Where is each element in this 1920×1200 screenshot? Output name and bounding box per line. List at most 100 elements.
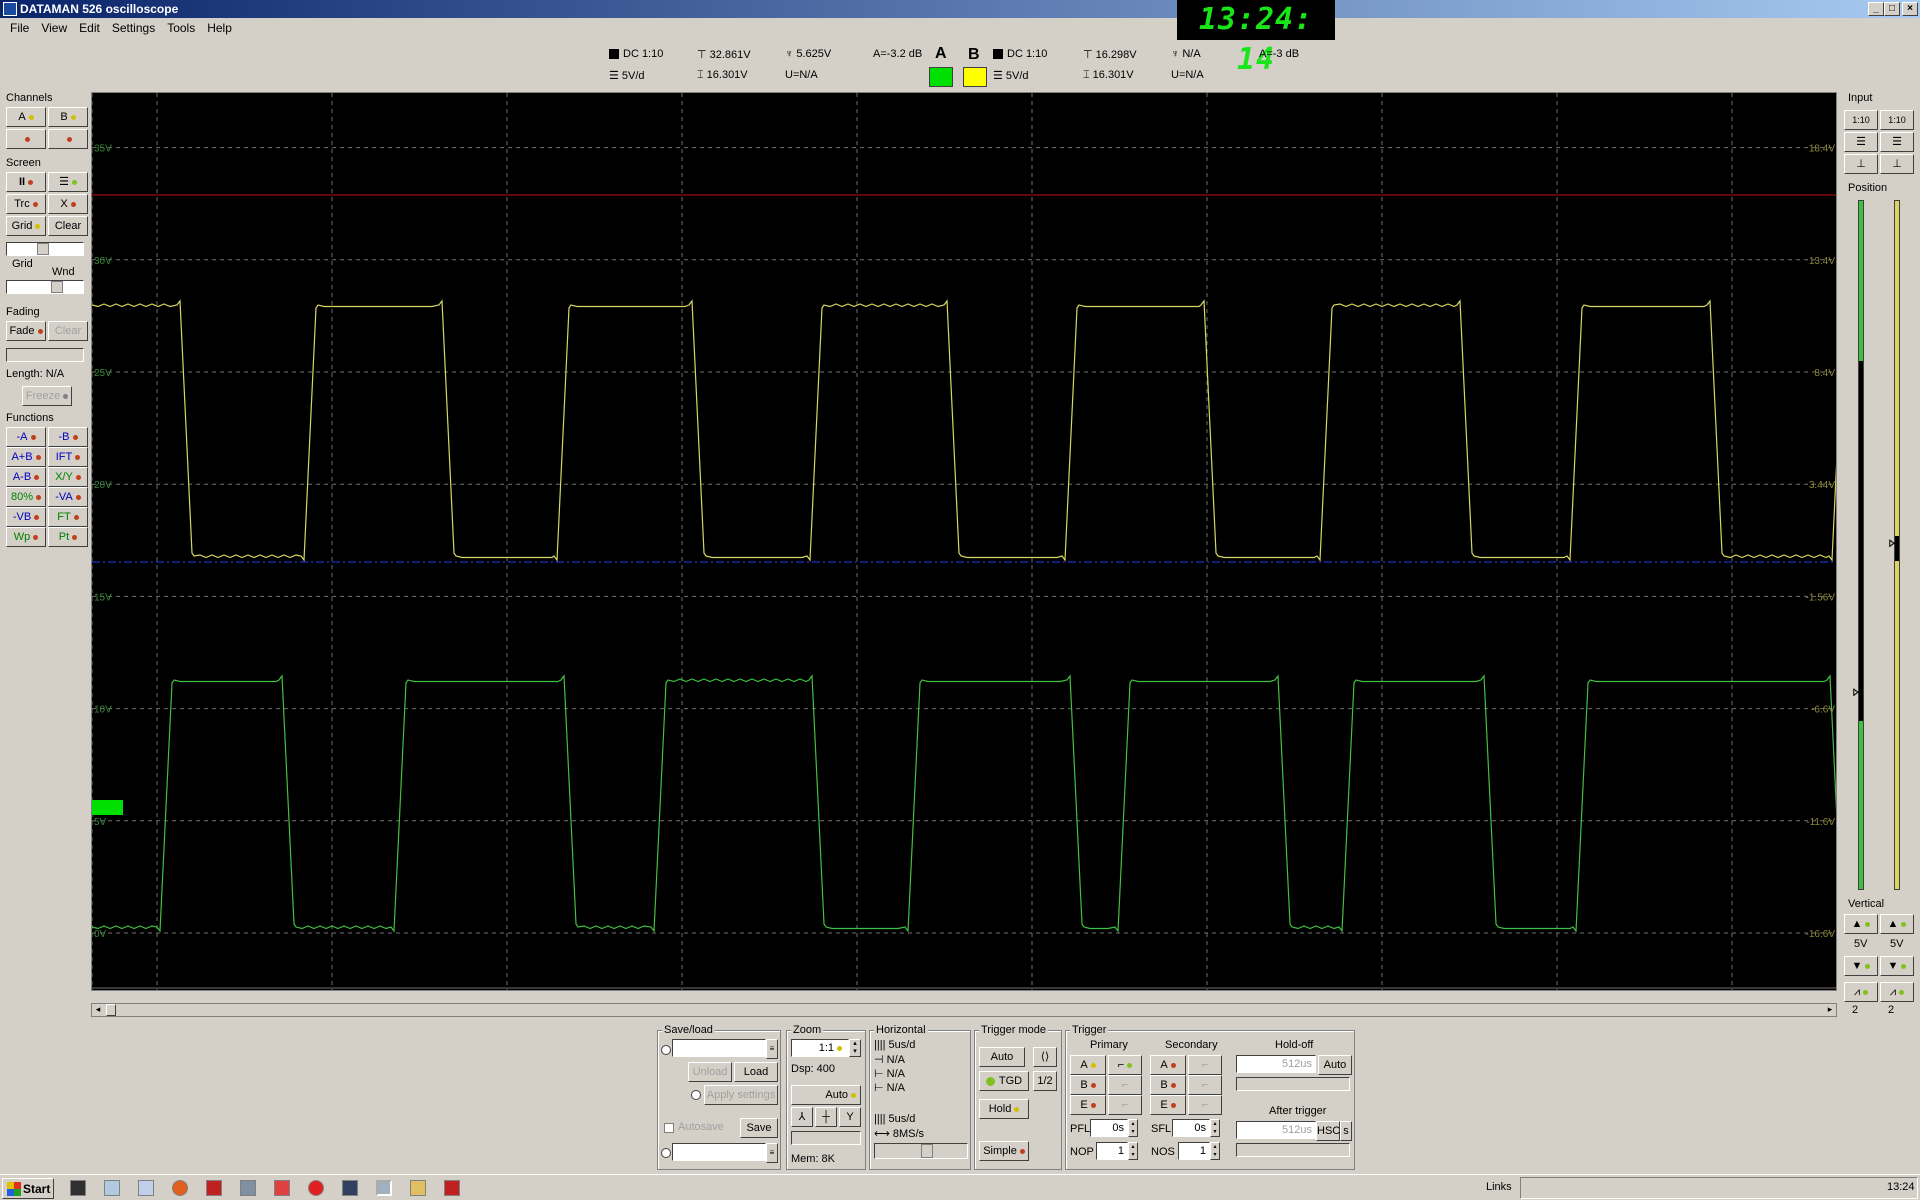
primary-b-edge[interactable]: ⌐ [1108,1075,1142,1095]
vertical-a-up[interactable]: ▲ [1844,914,1878,934]
load-button[interactable]: Load [734,1062,778,1082]
channel-a-button[interactable]: A [6,107,46,127]
fn-minus-va-button[interactable]: -VA [48,487,88,507]
start-button[interactable]: Start [2,1178,54,1199]
grid-button[interactable]: Grid [6,216,46,236]
nop-input[interactable]: 1 [1096,1142,1128,1160]
position-a-handle-icon[interactable]: ⋈ [1852,685,1864,699]
saveload-browse-1[interactable]: ≡ [766,1039,778,1059]
fn-minus-b-button[interactable]: -B [48,427,88,447]
input-b-ground[interactable]: ⊥ [1880,154,1914,174]
tray-app-icon-6[interactable] [240,1180,256,1196]
grid-slider[interactable] [6,242,84,256]
scope-display[interactable]: 35V 30V 25V 20V 15V 10V 5V 0V 18.4V 13.4V 8.4V 3.4… [91,92,1837,991]
firefox-icon[interactable] [172,1180,188,1196]
lines-button[interactable]: ☰ [48,172,88,192]
fade-slider[interactable] [6,348,84,362]
primary-e[interactable]: E [1070,1095,1106,1115]
secondary-b[interactable]: B [1150,1075,1186,1095]
holdoff-slider[interactable] [1236,1077,1350,1091]
nos-input[interactable]: 1 [1178,1142,1210,1160]
menu-help[interactable]: Help [201,21,238,35]
saveload-file-2[interactable] [672,1143,766,1161]
fn-80-button[interactable]: 80% [6,487,46,507]
saveload-radio-1[interactable] [661,1045,671,1055]
fn-a-minus-b-button[interactable]: A-B [6,467,46,487]
tray-app-icon-1[interactable] [70,1180,86,1196]
a-color-swatch[interactable] [929,67,953,87]
sfl-input[interactable]: 0s [1172,1119,1210,1137]
tray-app-icon-3[interactable] [138,1180,154,1196]
pdf-icon[interactable] [444,1180,460,1196]
horizontal-slider[interactable] [874,1143,968,1159]
tgd-button[interactable]: TGD [979,1071,1029,1091]
nos-spinner[interactable]: ▴ ▾ [1210,1142,1220,1160]
tray-app-icon-7[interactable] [274,1180,290,1196]
secondary-a[interactable]: A [1150,1055,1186,1075]
fade-button[interactable]: Fade [6,321,46,341]
scroll-thumb[interactable] [106,1004,116,1016]
pause-button[interactable]: II [6,172,46,192]
save-button[interactable]: Save [740,1118,778,1138]
trigger-auto-button[interactable]: Auto [979,1047,1025,1067]
primary-a[interactable]: A [1070,1055,1106,1075]
fn-ft-button[interactable]: FT [48,507,88,527]
zoom-spinner[interactable]: ▴ ▾ [849,1039,861,1057]
apply-settings-radio[interactable] [691,1090,701,1100]
fn-wp-button[interactable]: Wp [6,527,46,547]
wnd-slider[interactable] [6,280,84,294]
vertical-b-up[interactable]: ▲ [1880,914,1914,934]
trace-button[interactable]: Trc [6,194,46,214]
half-button[interactable]: 1/2 [1033,1071,1057,1091]
tray-app-icon-5[interactable] [206,1180,222,1196]
folder-icon[interactable] [410,1180,426,1196]
hsc-button[interactable]: HSC [1316,1121,1340,1141]
close-button[interactable]: × [1902,2,1918,16]
position-b-handle-icon[interactable]: ⋈ [1888,536,1900,550]
fn-minus-vb-button[interactable]: -VB [6,507,46,527]
x-button[interactable]: X [48,194,88,214]
fn-a-plus-b-button[interactable]: A+B [6,447,46,467]
secondary-e[interactable]: E [1150,1095,1186,1115]
oscilloscope-task-icon[interactable] [376,1180,392,1196]
scroll-left-icon[interactable]: ◂ [92,1004,104,1016]
menu-tools[interactable]: Tools [161,21,201,35]
secondary-e-edge[interactable]: ⌐ [1188,1095,1222,1115]
saveload-file-1[interactable] [672,1039,766,1057]
channel-c-button[interactable] [6,129,46,149]
menu-file[interactable]: File [4,21,35,35]
sfl-spinner[interactable]: ▴ ▾ [1210,1119,1220,1137]
input-a-coupling[interactable]: ☰ [1844,132,1878,152]
fade-clear-button[interactable]: Clear [48,321,88,341]
input-b-ratio[interactable]: 1:10 [1880,110,1914,130]
zoom-value[interactable]: 1:1 [791,1039,849,1057]
secondary-a-edge[interactable]: ⌐ [1188,1055,1222,1075]
primary-b[interactable]: B [1070,1075,1106,1095]
input-a-ground[interactable]: ⊥ [1844,154,1878,174]
scope-scrollbar[interactable]: ◂ ▸ [91,1003,1837,1017]
menu-edit[interactable]: Edit [73,21,106,35]
zoom-cursor-3[interactable]: Y [839,1107,861,1127]
after-trigger-input[interactable]: 512us [1236,1121,1316,1139]
pfl-input[interactable]: 0s [1090,1119,1128,1137]
vertical-b-wave[interactable]: ⩘ [1880,982,1914,1002]
seconds-button[interactable]: s [1340,1121,1352,1141]
saveload-browse-2[interactable]: ≡ [766,1143,778,1163]
holdoff-input[interactable]: 512us [1236,1055,1316,1073]
hold-button[interactable]: Hold [979,1099,1029,1119]
minimize-button[interactable]: _ [1868,2,1884,16]
input-b-coupling[interactable]: ☰ [1880,132,1914,152]
vertical-b-down[interactable]: ▼ [1880,956,1914,976]
position-slider-a[interactable] [1858,200,1864,890]
freeze-button[interactable]: Freeze [22,386,72,406]
saveload-radio-2[interactable] [661,1148,671,1158]
vertical-a-down[interactable]: ▼ [1844,956,1878,976]
holdoff-auto-button[interactable]: Auto [1318,1055,1352,1075]
tray-app-icon-2[interactable] [104,1180,120,1196]
scroll-right-icon[interactable]: ▸ [1824,1004,1836,1016]
unload-button[interactable]: Unload [688,1062,732,1082]
after-trigger-slider[interactable] [1236,1143,1350,1157]
channel-b-button[interactable]: B [48,107,88,127]
primary-a-edge[interactable]: ⌐ [1108,1055,1142,1075]
apply-settings-button[interactable]: Apply settings [704,1085,778,1105]
